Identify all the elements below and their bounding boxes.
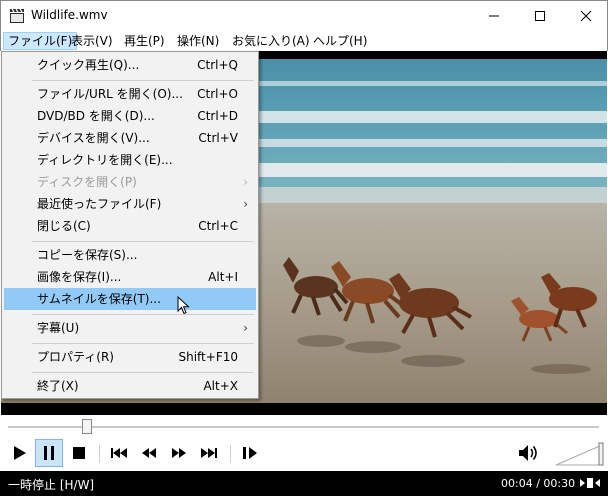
seek-thumb[interactable] (82, 419, 92, 434)
pause-icon (44, 446, 54, 460)
resize-grip-icon[interactable] (579, 476, 601, 493)
chevron-right-icon: › (243, 175, 248, 189)
menu-separator (32, 314, 254, 315)
next-button[interactable] (195, 439, 223, 467)
seek-bar[interactable] (1, 415, 607, 437)
minimize-button[interactable] (471, 1, 517, 31)
chevron-right-icon: › (243, 197, 248, 211)
menu-view[interactable]: 表示(V) (67, 32, 117, 50)
maximize-button[interactable] (517, 1, 563, 31)
skip-previous-icon (111, 448, 127, 458)
menu-item-open-file-url[interactable]: ファイル/URL を開く(O)... Ctrl+O (4, 83, 256, 105)
menu-item-properties[interactable]: プロパティ(R) Shift+F10 (4, 346, 256, 368)
menu-control[interactable]: 操作(N) (173, 32, 223, 50)
menu-item-quick-play[interactable]: クイック再生(Q)... Ctrl+Q (4, 54, 256, 76)
fast-forward-button[interactable] (165, 439, 193, 467)
time-readout: 00:04 / 00:30 (501, 477, 576, 490)
volume-wedge (555, 442, 604, 466)
file-menu-dropdown: クイック再生(Q)... Ctrl+Q ファイル/URL を開く(O)... C… (1, 51, 259, 399)
fast-forward-icon (172, 448, 186, 458)
playback-controls (1, 437, 607, 471)
pause-button[interactable] (35, 439, 63, 467)
menu-item-subtitles[interactable]: 字幕(U) › (4, 317, 256, 339)
volume-slider[interactable] (554, 441, 604, 467)
menu-item-open-disc: ディスクを開く(P) › (4, 171, 256, 193)
menu-item-close[interactable]: 閉じる(C) Ctrl+C (4, 215, 256, 237)
speaker-icon (519, 445, 537, 461)
menu-separator (32, 372, 254, 373)
mute-button[interactable] (515, 439, 543, 467)
frame-step-icon (243, 447, 257, 459)
seek-track[interactable] (8, 426, 599, 428)
skip-next-icon (201, 448, 217, 458)
close-icon (580, 10, 592, 22)
menu-item-save-thumbnail[interactable]: サムネイルを保存(T)... (4, 288, 256, 310)
menu-item-open-directory[interactable]: ディレクトリを開く(E)... (4, 149, 256, 171)
minimize-icon (489, 15, 499, 17)
menu-separator (32, 80, 254, 81)
menu-item-save-image[interactable]: 画像を保存(I)... Alt+I (4, 266, 256, 288)
menu-item-open-device[interactable]: デバイスを開く(V)... Ctrl+V (4, 127, 256, 149)
close-button[interactable] (563, 1, 608, 31)
playback-status: 一時停止 [H/W] (8, 478, 95, 492)
rewind-icon (142, 448, 156, 458)
menu-item-open-dvd-bd[interactable]: DVD/BD を開く(D)... Ctrl+D (4, 105, 256, 127)
previous-button[interactable] (105, 439, 133, 467)
menu-help[interactable]: ヘルプ(H) (309, 32, 371, 50)
menu-separator (32, 343, 254, 344)
chevron-right-icon: › (243, 321, 248, 335)
stop-button[interactable] (65, 439, 93, 467)
title-bar: Wildlife.wmv (0, 0, 608, 31)
window-title: Wildlife.wmv (31, 8, 108, 22)
menu-item-exit[interactable]: 終了(X) Alt+X (4, 375, 256, 397)
play-icon (14, 446, 26, 460)
menu-separator (32, 241, 254, 242)
play-button[interactable] (5, 439, 33, 467)
control-divider (99, 445, 100, 463)
rewind-button[interactable] (135, 439, 163, 467)
menu-bar: ファイル(F) 表示(V) 再生(P) 操作(N) お気に入り(A) ヘルプ(H… (0, 31, 608, 51)
frame-step-button[interactable] (236, 439, 264, 467)
control-divider (230, 445, 231, 463)
stop-icon (73, 447, 85, 459)
menu-item-save-copy[interactable]: コピーを保存(S)... (4, 244, 256, 266)
maximize-icon (535, 11, 545, 21)
clapperboard-icon (9, 8, 25, 24)
menu-playback[interactable]: 再生(P) (120, 32, 169, 50)
mouse-cursor-icon (177, 296, 190, 315)
menu-item-recent-files[interactable]: 最近使ったファイル(F) › (4, 193, 256, 215)
menu-favorites[interactable]: お気に入り(A) (228, 32, 314, 50)
status-bar: 一時停止 [H/W] 00:04 / 00:30 (0, 471, 608, 496)
